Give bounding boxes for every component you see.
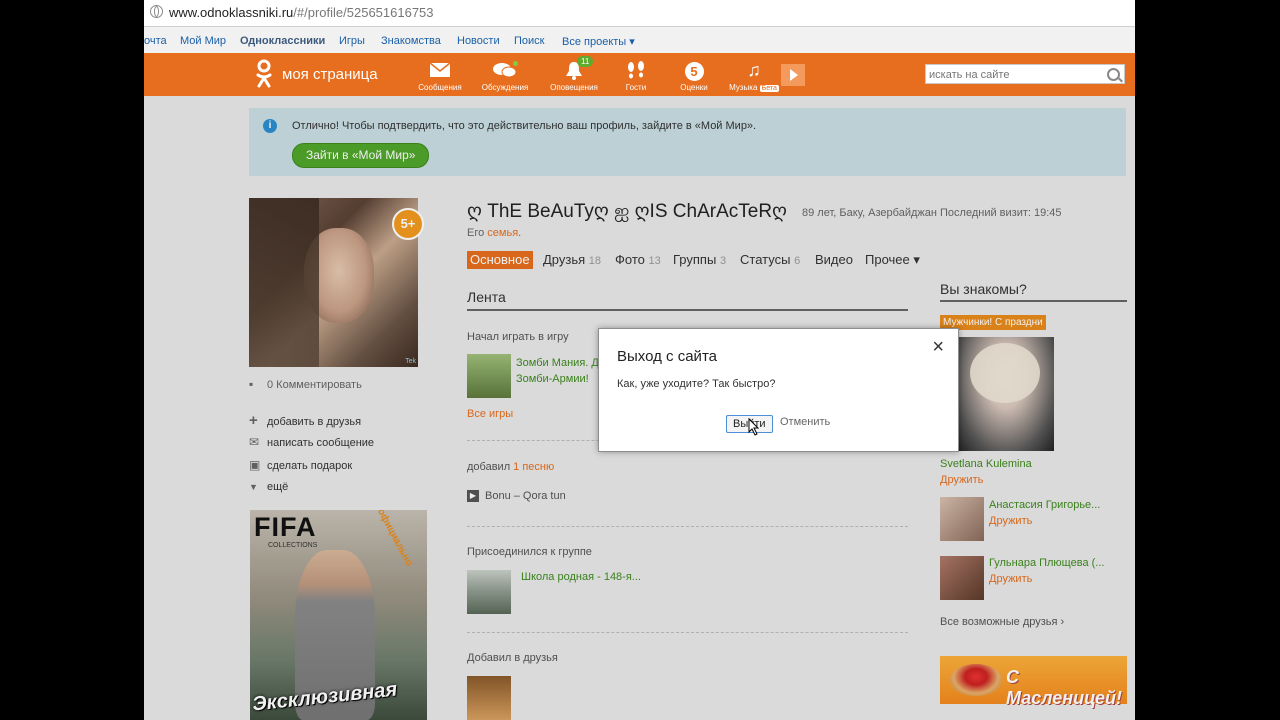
portal-nav: очта Мой Мир Одноклассники Игры Знакомст…	[144, 27, 1135, 53]
rating-icon: 5	[664, 59, 724, 81]
logout-dialog: Выход с сайта × Как, уже уходите? Так бы…	[598, 328, 959, 452]
toolbar-label: Оценки	[680, 83, 708, 92]
browser-viewport: www.odnoklassniki.ru/#/profile/525651616…	[144, 0, 1135, 720]
dialog-message: Как, уже уходите? Так быстро?	[617, 378, 776, 390]
cancel-button[interactable]: Отменить	[780, 416, 830, 428]
portal-item-news[interactable]: Новости	[457, 35, 500, 47]
my-page-link[interactable]: моя страница	[282, 66, 378, 83]
toolbar-label: Гости	[625, 83, 647, 92]
portal-item-odnoklassniki[interactable]: Одноклассники	[240, 35, 325, 47]
portal-item-mail[interactable]: очта	[144, 35, 167, 47]
portal-item-dating[interactable]: Знакомства	[381, 35, 441, 47]
notifications-badge: 11	[577, 56, 594, 67]
toolbar-label: Оповещения	[550, 83, 598, 92]
play-button[interactable]	[781, 64, 805, 86]
portal-item-moymir[interactable]: Мой Мир	[180, 35, 226, 47]
dialog-title: Выход с сайта	[617, 348, 717, 365]
url-text[interactable]: www.odnoklassniki.ru/#/profile/525651616…	[169, 5, 434, 20]
toolbar-guests[interactable]: Гости	[606, 59, 666, 92]
close-icon[interactable]: ×	[932, 336, 944, 359]
music-icon: ♫	[747, 60, 761, 80]
toolbar-ratings[interactable]: 5 Оценки	[664, 59, 724, 92]
site-search[interactable]	[925, 64, 1125, 84]
search-input[interactable]	[926, 66, 1099, 84]
toolbar-music[interactable]: ♫ Музыка Бета	[724, 59, 784, 92]
bell-icon	[544, 59, 604, 81]
portal-item-games[interactable]: Игры	[339, 35, 365, 47]
search-icon[interactable]	[1107, 68, 1120, 81]
portal-item-search[interactable]: Поиск	[514, 35, 544, 47]
main-toolbar: моя страница Сообщения Обсуждения 11 Опо…	[144, 53, 1135, 96]
portal-item-all-projects[interactable]: Все проекты ▾	[562, 35, 635, 48]
address-bar[interactable]: www.odnoklassniki.ru/#/profile/525651616…	[144, 0, 1135, 27]
globe-icon	[150, 5, 163, 18]
envelope-icon	[410, 59, 470, 81]
toolbar-notifications[interactable]: 11 Оповещения	[544, 56, 604, 92]
play-icon	[790, 69, 798, 81]
toolbar-label: Сообщения	[418, 83, 462, 92]
toolbar-label: Музыка Бета	[729, 83, 779, 92]
footprints-icon	[606, 59, 666, 81]
toolbar-label: Обсуждения	[481, 83, 529, 92]
toolbar-messages[interactable]: Сообщения	[410, 59, 470, 92]
toolbar-discussions[interactable]: Обсуждения	[475, 59, 535, 92]
ok-logo-icon[interactable]	[256, 59, 272, 89]
new-dot	[513, 61, 518, 66]
chat-icon	[475, 59, 535, 81]
